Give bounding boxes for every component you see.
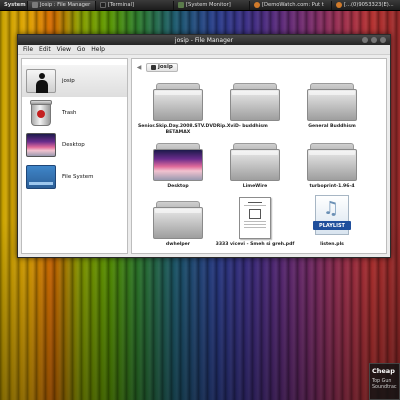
taskbar-item-browser-1[interactable]: [DemoWatch.com: Put t [250, 0, 332, 10]
notification-popup[interactable]: Cheap Top Gun Soundtrac [369, 363, 400, 400]
browser-icon [336, 2, 342, 8]
file-item[interactable]: dwhelper [138, 201, 218, 248]
notification-title: Cheap [372, 367, 395, 375]
desktop-icon [26, 133, 56, 157]
sidebar: josip Trash Desktop File System [21, 58, 128, 254]
trash-icon [26, 100, 56, 126]
menubar: File Edit View Go Help [18, 45, 390, 55]
file-item[interactable]: buddhism [215, 83, 295, 130]
path-left-arrow-icon[interactable]: ◀ [135, 63, 143, 71]
notification-body-line2: Soundtrac [372, 385, 397, 390]
taskbar-item-browser-2[interactable]: [...(0)9053323(E)... [332, 1, 400, 10]
folder-icon [32, 2, 38, 8]
menu-go[interactable]: Go [77, 46, 85, 53]
pdf-document-icon [239, 197, 271, 239]
file-name: listen.pls [320, 242, 344, 247]
file-name: 3333 vicevi - Smeh si greh.pdf [215, 242, 295, 247]
monitor-icon [178, 2, 184, 8]
taskbar-item-label: [DemoWatch.com: Put t [262, 2, 324, 8]
music-note-icon: ♫ [323, 198, 340, 219]
file-name: Desktop [167, 184, 189, 189]
home-icon [151, 64, 156, 70]
window-titlebar[interactable]: josip - File Manager [18, 35, 390, 45]
taskbar-item-terminal[interactable]: [Terminal] [96, 0, 174, 10]
folder-icon [153, 201, 203, 239]
menu-view[interactable]: View [57, 46, 71, 53]
file-name: buddhism [242, 124, 268, 129]
file-name: turboprint-1.96-4 [309, 184, 355, 189]
file-name: General Buddhism [308, 124, 356, 129]
folder-icon [230, 83, 280, 121]
terminal-icon [100, 2, 106, 8]
folder-icon [307, 143, 357, 181]
taskbar-item-label: [System Monitor] [186, 2, 231, 8]
taskbar-item-label: Josip : File Manager [40, 2, 91, 8]
desktop-folder-icon [153, 143, 203, 181]
file-name: Senior.Skip.Day.2008.STV.DVDRip.XviD-BET… [138, 124, 241, 135]
file-item[interactable]: Senior.Skip.Day.2008.STV.DVDRip.XviD-BET… [138, 83, 241, 136]
maximize-icon[interactable] [371, 37, 377, 43]
path-button-josip[interactable]: josip [146, 62, 178, 72]
file-item[interactable]: 3333 vicevi - Smeh si greh.pdf [215, 197, 295, 248]
file-view: ◀ josip Senior.Skip.Day.2008.STV.DVDRip.… [131, 58, 387, 254]
window-controls [362, 37, 386, 43]
close-icon[interactable] [380, 37, 386, 43]
path-button-label: josip [158, 64, 173, 70]
minimize-icon[interactable] [362, 37, 368, 43]
taskbar: System Josip : File Manager [Terminal] [… [0, 0, 400, 11]
folder-icon [307, 83, 357, 121]
playlist-badge: PLAYLIST [313, 221, 351, 230]
folder-icon [153, 83, 203, 121]
folder-icon [230, 143, 280, 181]
file-item[interactable]: LimeWire [215, 143, 295, 190]
file-item[interactable]: Desktop [138, 143, 218, 190]
sidebar-item-label: Trash [62, 110, 77, 116]
file-item[interactable]: ♫ PLAYLIST listen.pls [292, 195, 372, 248]
sidebar-item-file-system[interactable]: File System [22, 161, 127, 193]
window-content: josip Trash Desktop File System ◀ josip … [21, 58, 387, 254]
file-name: LimeWire [242, 184, 268, 189]
harddisk-icon [26, 165, 56, 189]
playlist-icon: ♫ PLAYLIST [313, 195, 351, 239]
taskbar-item-system-monitor[interactable]: [System Monitor] [174, 0, 250, 10]
system-menu-label: System [4, 2, 26, 8]
path-bar: ◀ josip [135, 62, 178, 72]
file-item[interactable]: turboprint-1.96-4 [292, 143, 372, 190]
file-manager-window: josip - File Manager File Edit View Go H… [17, 34, 391, 258]
menu-help[interactable]: Help [91, 46, 105, 53]
taskbar-item-file-manager[interactable]: Josip : File Manager [28, 0, 96, 10]
taskbar-system-menu[interactable]: System [0, 0, 28, 10]
file-item[interactable]: General Buddhism [292, 83, 372, 130]
taskbar-item-label: [...(0)9053323(E)... [344, 2, 394, 8]
sidebar-item-label: josip [62, 78, 75, 84]
browser-icon [254, 2, 260, 8]
sidebar-item-josip[interactable]: josip [22, 65, 127, 97]
sidebar-item-label: File System [62, 174, 94, 180]
sidebar-item-trash[interactable]: Trash [22, 97, 127, 129]
home-user-icon [26, 69, 56, 93]
menu-edit[interactable]: Edit [39, 46, 51, 53]
sidebar-item-desktop[interactable]: Desktop [22, 129, 127, 161]
window-title: josip - File Manager [174, 36, 234, 44]
menu-file[interactable]: File [23, 46, 33, 53]
sidebar-item-label: Desktop [62, 142, 85, 148]
taskbar-item-label: [Terminal] [108, 2, 134, 8]
file-name: dwhelper [165, 242, 191, 247]
